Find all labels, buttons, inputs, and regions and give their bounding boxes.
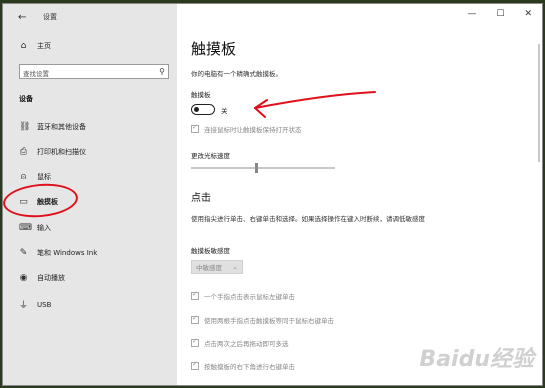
checkbox-box: ✓ (191, 123, 199, 133)
mouse-icon: ⍝ (20, 172, 27, 182)
search-placeholder: 查找设置 (23, 70, 49, 78)
annotation-circle (3, 180, 80, 221)
back-arrow-icon[interactable]: ← (18, 12, 26, 23)
checkbox-box: ✓ (191, 290, 199, 300)
sensitivity-dropdown[interactable]: 中敏感度 ⌄ (191, 260, 243, 274)
checkbox-label: 使用两根手指点击触摸板等同于鼠标右键单击 (204, 317, 334, 325)
tap-left-click-checkbox[interactable]: ✓ 一个手指点击表示鼠标左键单击 (191, 290, 295, 301)
checkbox-box: ✓ (191, 337, 199, 347)
sensitivity-value: 中敏感度 (196, 264, 222, 272)
annotation-arrow (254, 91, 376, 118)
settings-window: ← 设置 ⌂ 主页 查找设置 ⚲ 设备 ⛓ 蓝牙和其他设备 ⎙ 打印机和扫描仪 … (2, 3, 543, 386)
check-icon: ✓ (192, 337, 198, 345)
printer-icon: ⎙ (19, 147, 28, 157)
mouse-connected-checkbox[interactable]: ✓ 连接鼠标时让触摸板保持打开状态 (191, 123, 302, 134)
bluetooth-icon: ⛓ (19, 122, 31, 132)
sidebar: ← 设置 ⌂ 主页 查找设置 ⚲ 设备 ⛓ 蓝牙和其他设备 ⎙ 打印机和扫描仪 … (3, 4, 177, 385)
sidebar-item-printers[interactable]: ⎙ 打印机和扫描仪 (19, 147, 169, 157)
sidebar-item-usb[interactable]: ⏚ USB (19, 298, 169, 312)
chevron-down-icon: ⌄ (232, 263, 238, 271)
home-link[interactable]: ⌂ 主页 (19, 41, 51, 51)
sidebar-item-pen[interactable]: ✎ 笔和 Windows Ink (19, 248, 169, 258)
sidebar-item-bluetooth[interactable]: ⛓ 蓝牙和其他设备 (19, 122, 169, 132)
check-icon: ✓ (192, 360, 198, 368)
sidebar-item-label: 笔和 Windows Ink (37, 249, 98, 257)
keyboard-icon: ⌨ (19, 223, 32, 233)
sensitivity-label: 触摸板敏感度 (191, 247, 230, 255)
checkbox-label: 一个手指点击表示鼠标左键单击 (204, 293, 295, 301)
sidebar-item-typing[interactable]: ⌨ 输入 (19, 223, 169, 233)
sidebar-item-label: 自动播放 (37, 274, 65, 282)
sidebar-item-autoplay[interactable]: ◉ 自动播放 (19, 273, 169, 283)
usb-icon: ⏚ (19, 301, 29, 311)
double-tap-drag-checkbox[interactable]: ✓ 点击两次之后再拖动即可多选 (191, 337, 289, 348)
slider-thumb[interactable] (255, 163, 258, 173)
watermark: Baidu经验 (419, 347, 534, 372)
two-finger-right-click-checkbox[interactable]: ✓ 使用两根手指点击触摸板等同于鼠标右键单击 (191, 314, 334, 325)
window-title: 设置 (43, 13, 57, 21)
cursor-speed-slider[interactable] (191, 163, 335, 173)
autoplay-icon: ◉ (19, 273, 28, 283)
sidebar-item-label: 蓝牙和其他设备 (37, 123, 86, 131)
check-icon: ✓ (192, 290, 198, 298)
checkbox-box: ✓ (191, 314, 199, 324)
sidebar-item-label: 输入 (37, 224, 51, 232)
taps-heading: 点击 (191, 193, 211, 204)
home-label: 主页 (37, 42, 51, 50)
section-title: 设备 (19, 95, 33, 103)
checkbox-label: 点击两次之后再拖动即可多选 (204, 340, 289, 348)
home-icon: ⌂ (20, 41, 27, 51)
checkbox-label: 按触摸板的右下角进行右键单击 (204, 363, 295, 371)
taps-description: 使用指尖进行单击、右键单击和选择。如果选择操作在键入时断续，请调低敏感度 (191, 215, 425, 223)
search-input[interactable]: 查找设置 ⚲ (19, 64, 169, 79)
sidebar-item-mouse[interactable]: ⍝ 鼠标 (19, 172, 169, 182)
main-content: — ☐ ✕ 触摸板 你的电脑有一个精确式触摸板。 触摸板 关 ✓ 连接鼠标时让触… (177, 4, 542, 385)
check-icon: ✓ (192, 314, 198, 322)
sidebar-item-label: 鼠标 (37, 173, 51, 181)
search-icon[interactable]: ⚲ (159, 67, 165, 76)
checkbox-box: ✓ (191, 360, 199, 370)
check-icon: ✓ (192, 123, 198, 131)
pen-icon: ✎ (19, 248, 28, 258)
cursor-speed-label: 更改光标速度 (191, 152, 230, 160)
corner-right-click-checkbox[interactable]: ✓ 按触摸板的右下角进行右键单击 (191, 360, 295, 371)
sidebar-item-label: USB (37, 300, 52, 309)
checkbox-label: 连接鼠标时让触摸板保持打开状态 (204, 126, 302, 134)
sidebar-item-label: 打印机和扫描仪 (37, 148, 86, 156)
